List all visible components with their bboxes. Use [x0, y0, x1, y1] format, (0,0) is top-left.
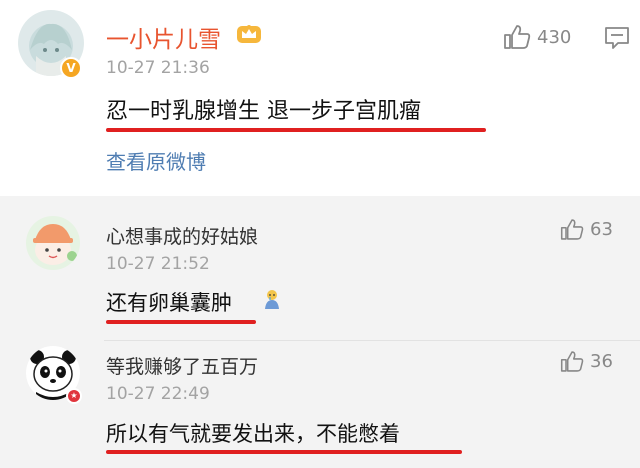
main-comment-text: 忍一时乳腺增生 退一步子宫肌瘤	[106, 99, 421, 124]
reply-1-text: 还有卵巢囊肿	[106, 291, 232, 315]
comment-icon[interactable]	[604, 26, 630, 50]
thumbs-up-icon	[560, 219, 584, 240]
reply-1-timestamp: 10-27 21:52	[106, 254, 210, 274]
reply-1-underline	[106, 320, 256, 324]
reply-2-badge: ★	[66, 388, 82, 404]
reply-2-username[interactable]: 等我赚够了五百万	[106, 352, 258, 379]
verified-badge: V	[60, 57, 82, 79]
main-comment-timestamp: 10-27 21:36	[106, 58, 210, 78]
crying-figure-emoji	[265, 290, 279, 309]
reply-1-avatar[interactable]	[26, 216, 80, 270]
reply-2-like-count: 36	[590, 351, 613, 372]
reply-1-like-count: 63	[590, 219, 613, 240]
view-original-link[interactable]: 查看原微博	[106, 146, 206, 175]
thumbs-up-icon	[560, 351, 584, 372]
reply-2-text: 所以有气就要发出来，不能憋着	[106, 422, 400, 446]
thumbs-up-icon	[504, 25, 531, 49]
reply-2-like-button[interactable]: 36	[560, 350, 613, 373]
reply-divider	[104, 340, 640, 341]
main-comment-like-button[interactable]: 430	[503, 24, 571, 50]
reply-1-like-button[interactable]: 63	[560, 218, 613, 241]
reply-1-username[interactable]: 心想事成的好姑娘	[106, 222, 258, 249]
main-comment-username[interactable]: 一小片儿雪	[106, 20, 221, 54]
main-comment-underline	[106, 128, 486, 132]
reply-2-underline	[106, 450, 462, 454]
crown-icon	[237, 25, 261, 43]
main-comment-like-count: 430	[537, 26, 572, 48]
reply-2-timestamp: 10-27 22:49	[106, 384, 210, 404]
